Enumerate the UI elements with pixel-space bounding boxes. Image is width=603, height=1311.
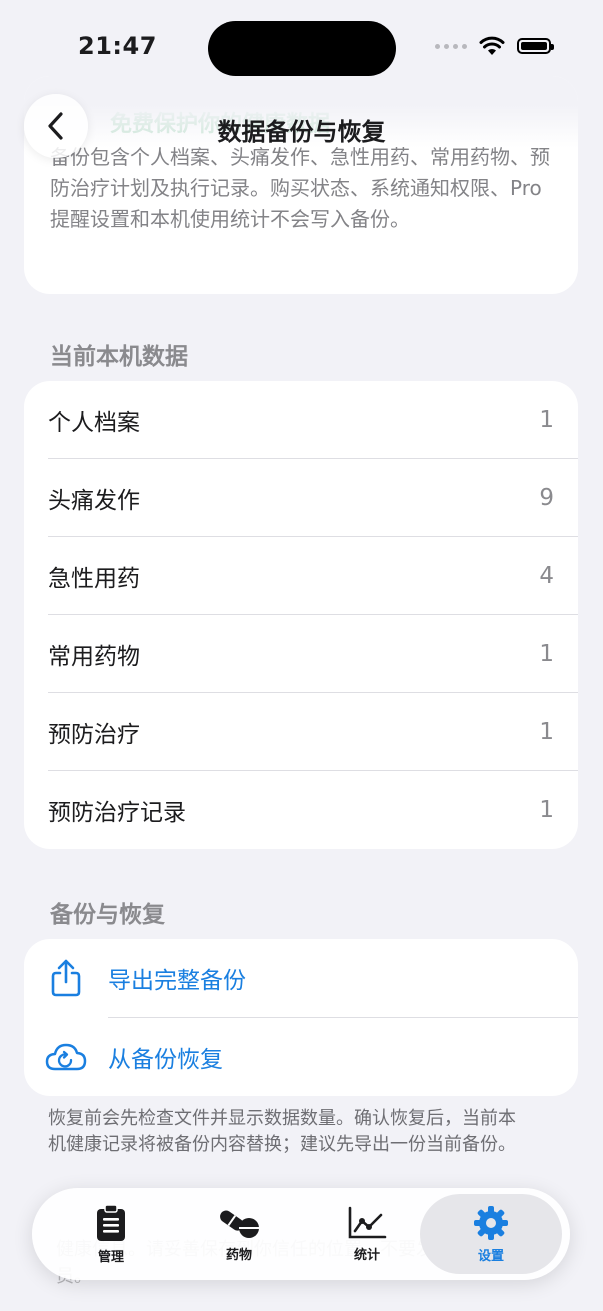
- intro-card: 免费保护你的健康数据 备份包含个人档案、头痛发作、急性用药、常用药物、预防治疗计…: [24, 76, 578, 294]
- tab-label: 设置: [477, 1248, 504, 1264]
- row-label: 预防治疗记录: [48, 800, 186, 826]
- chart-icon: [348, 1206, 387, 1238]
- row-count: 1: [539, 640, 554, 667]
- tab-label: 统计: [353, 1247, 380, 1263]
- tab-label: 药物: [225, 1247, 252, 1263]
- row-count: 1: [539, 797, 554, 823]
- export-backup-button[interactable]: 导出完整备份: [44, 939, 578, 1017]
- list-item: 常用药物 1: [48, 615, 578, 693]
- restore-backup-button[interactable]: 从备份恢复: [44, 1018, 578, 1096]
- row-count: 9: [539, 484, 554, 511]
- status-icons: [435, 36, 554, 56]
- list-item: 头痛发作 9: [48, 459, 578, 537]
- clipboard-icon: [97, 1203, 125, 1241]
- intro-text: 备份包含个人档案、头痛发作、急性用药、常用药物、预防治疗计划及执行记录。购买状态…: [50, 145, 550, 231]
- row-label: 个人档案: [48, 409, 140, 436]
- row-label: 预防治疗: [48, 721, 140, 748]
- local-data-list: 个人档案 1 头痛发作 9 急性用药 4 常用药物 1 预防治疗 1 预防治疗记…: [24, 381, 578, 849]
- tab-manage[interactable]: 管理: [52, 1188, 170, 1280]
- restore-backup-label: 从备份恢复: [108, 1047, 223, 1073]
- section-header-local-data: 当前本机数据: [50, 344, 188, 370]
- tab-bar: 管理 药物 统计 设置: [32, 1188, 570, 1280]
- list-item: 预防治疗记录 1: [48, 771, 578, 849]
- export-backup-label: 导出完整备份: [108, 968, 246, 994]
- pills-icon: [220, 1210, 259, 1238]
- section-header-backup: 备份与恢复: [50, 902, 165, 928]
- page-title: 数据备份与恢复: [217, 118, 386, 146]
- gear-icon: [474, 1205, 508, 1240]
- dynamic-island: [208, 21, 396, 76]
- signal-icon: [435, 43, 467, 49]
- cloud-restore-icon: [44, 1035, 88, 1079]
- row-count: 4: [539, 562, 554, 589]
- restore-footnote: 恢复前会先检查文件并显示数据数量。确认恢复后，当前本机健康记录将被备份内容替换；…: [48, 1108, 516, 1155]
- tab-label: 管理: [97, 1249, 124, 1265]
- row-count: 1: [539, 718, 554, 745]
- status-time: 21:47: [78, 32, 157, 60]
- row-count: 1: [539, 406, 554, 433]
- tab-settings[interactable]: 设置: [420, 1194, 562, 1274]
- list-item: 个人档案 1: [48, 381, 578, 459]
- tab-statistics[interactable]: 统计: [308, 1188, 426, 1280]
- tab-medications[interactable]: 药物: [180, 1188, 298, 1280]
- row-label: 常用药物: [48, 643, 140, 670]
- list-item: 急性用药 4: [48, 537, 578, 615]
- row-label: 急性用药: [48, 565, 140, 592]
- battery-icon: [517, 38, 554, 54]
- share-icon: [44, 956, 88, 1000]
- wifi-icon: [479, 36, 505, 55]
- list-item: 预防治疗 1: [48, 693, 578, 771]
- backup-actions: 导出完整备份 从备份恢复: [24, 939, 578, 1096]
- row-label: 头痛发作: [48, 487, 140, 514]
